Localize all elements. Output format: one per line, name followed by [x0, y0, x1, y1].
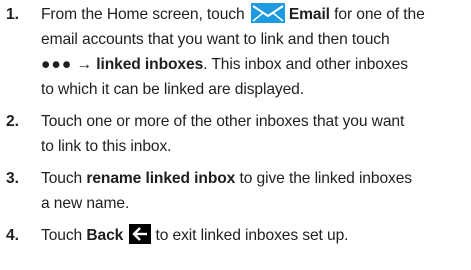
linked-inboxes-label: linked inboxes — [96, 56, 204, 73]
instruction-steps: 1. From the Home screen, touch Email for… — [0, 2, 471, 255]
step-line: to link to this inbox. — [41, 138, 172, 155]
back-arrow-icon — [129, 224, 152, 244]
arrow-icon: → — [76, 56, 93, 73]
step-number: 3. — [6, 170, 19, 187]
step-line: From the Home screen, touch Email for on… — [41, 2, 471, 27]
step-number: 4. — [6, 227, 19, 244]
step-number: 1. — [6, 6, 19, 23]
step-text: Touch — [41, 170, 83, 187]
step-3: 3. Touch rename linked inbox to give the… — [0, 166, 471, 216]
more-options-icon: ●●● — [41, 56, 73, 73]
back-label: Back — [86, 227, 124, 244]
rename-linked-inbox-label: rename linked inbox — [86, 170, 236, 187]
email-label: Email — [288, 6, 330, 23]
step-text: to exit linked inboxes set up. — [155, 227, 349, 244]
step-text: to give the linked inboxes — [239, 170, 412, 187]
step-text: Touch — [41, 227, 83, 244]
step-2: 2. Touch one or more of the other inboxe… — [0, 109, 471, 159]
step-line: Touch Back to exit linked inboxes set up… — [41, 223, 471, 248]
step-line: to which it can be linked are displayed. — [41, 81, 304, 98]
step-text: . This inbox and other inboxes — [203, 56, 408, 73]
step-line: a new name. — [41, 195, 130, 212]
step-number: 2. — [6, 113, 19, 130]
step-line: Touch one or more of the other inboxes t… — [41, 113, 405, 130]
step-1: 1. From the Home screen, touch Email for… — [0, 2, 471, 102]
step-text: for one of the — [334, 6, 425, 23]
step-text: From the Home screen, touch — [41, 6, 245, 23]
step-line: Touch rename linked inbox to give the li… — [41, 166, 471, 191]
step-4: 4. Touch Back to exit linked inboxes set… — [0, 223, 471, 248]
email-envelope-icon — [250, 3, 285, 23]
step-line: email accounts that you want to link and… — [41, 31, 390, 48]
step-line: ●●● → linked inboxes. This inbox and oth… — [41, 52, 471, 77]
